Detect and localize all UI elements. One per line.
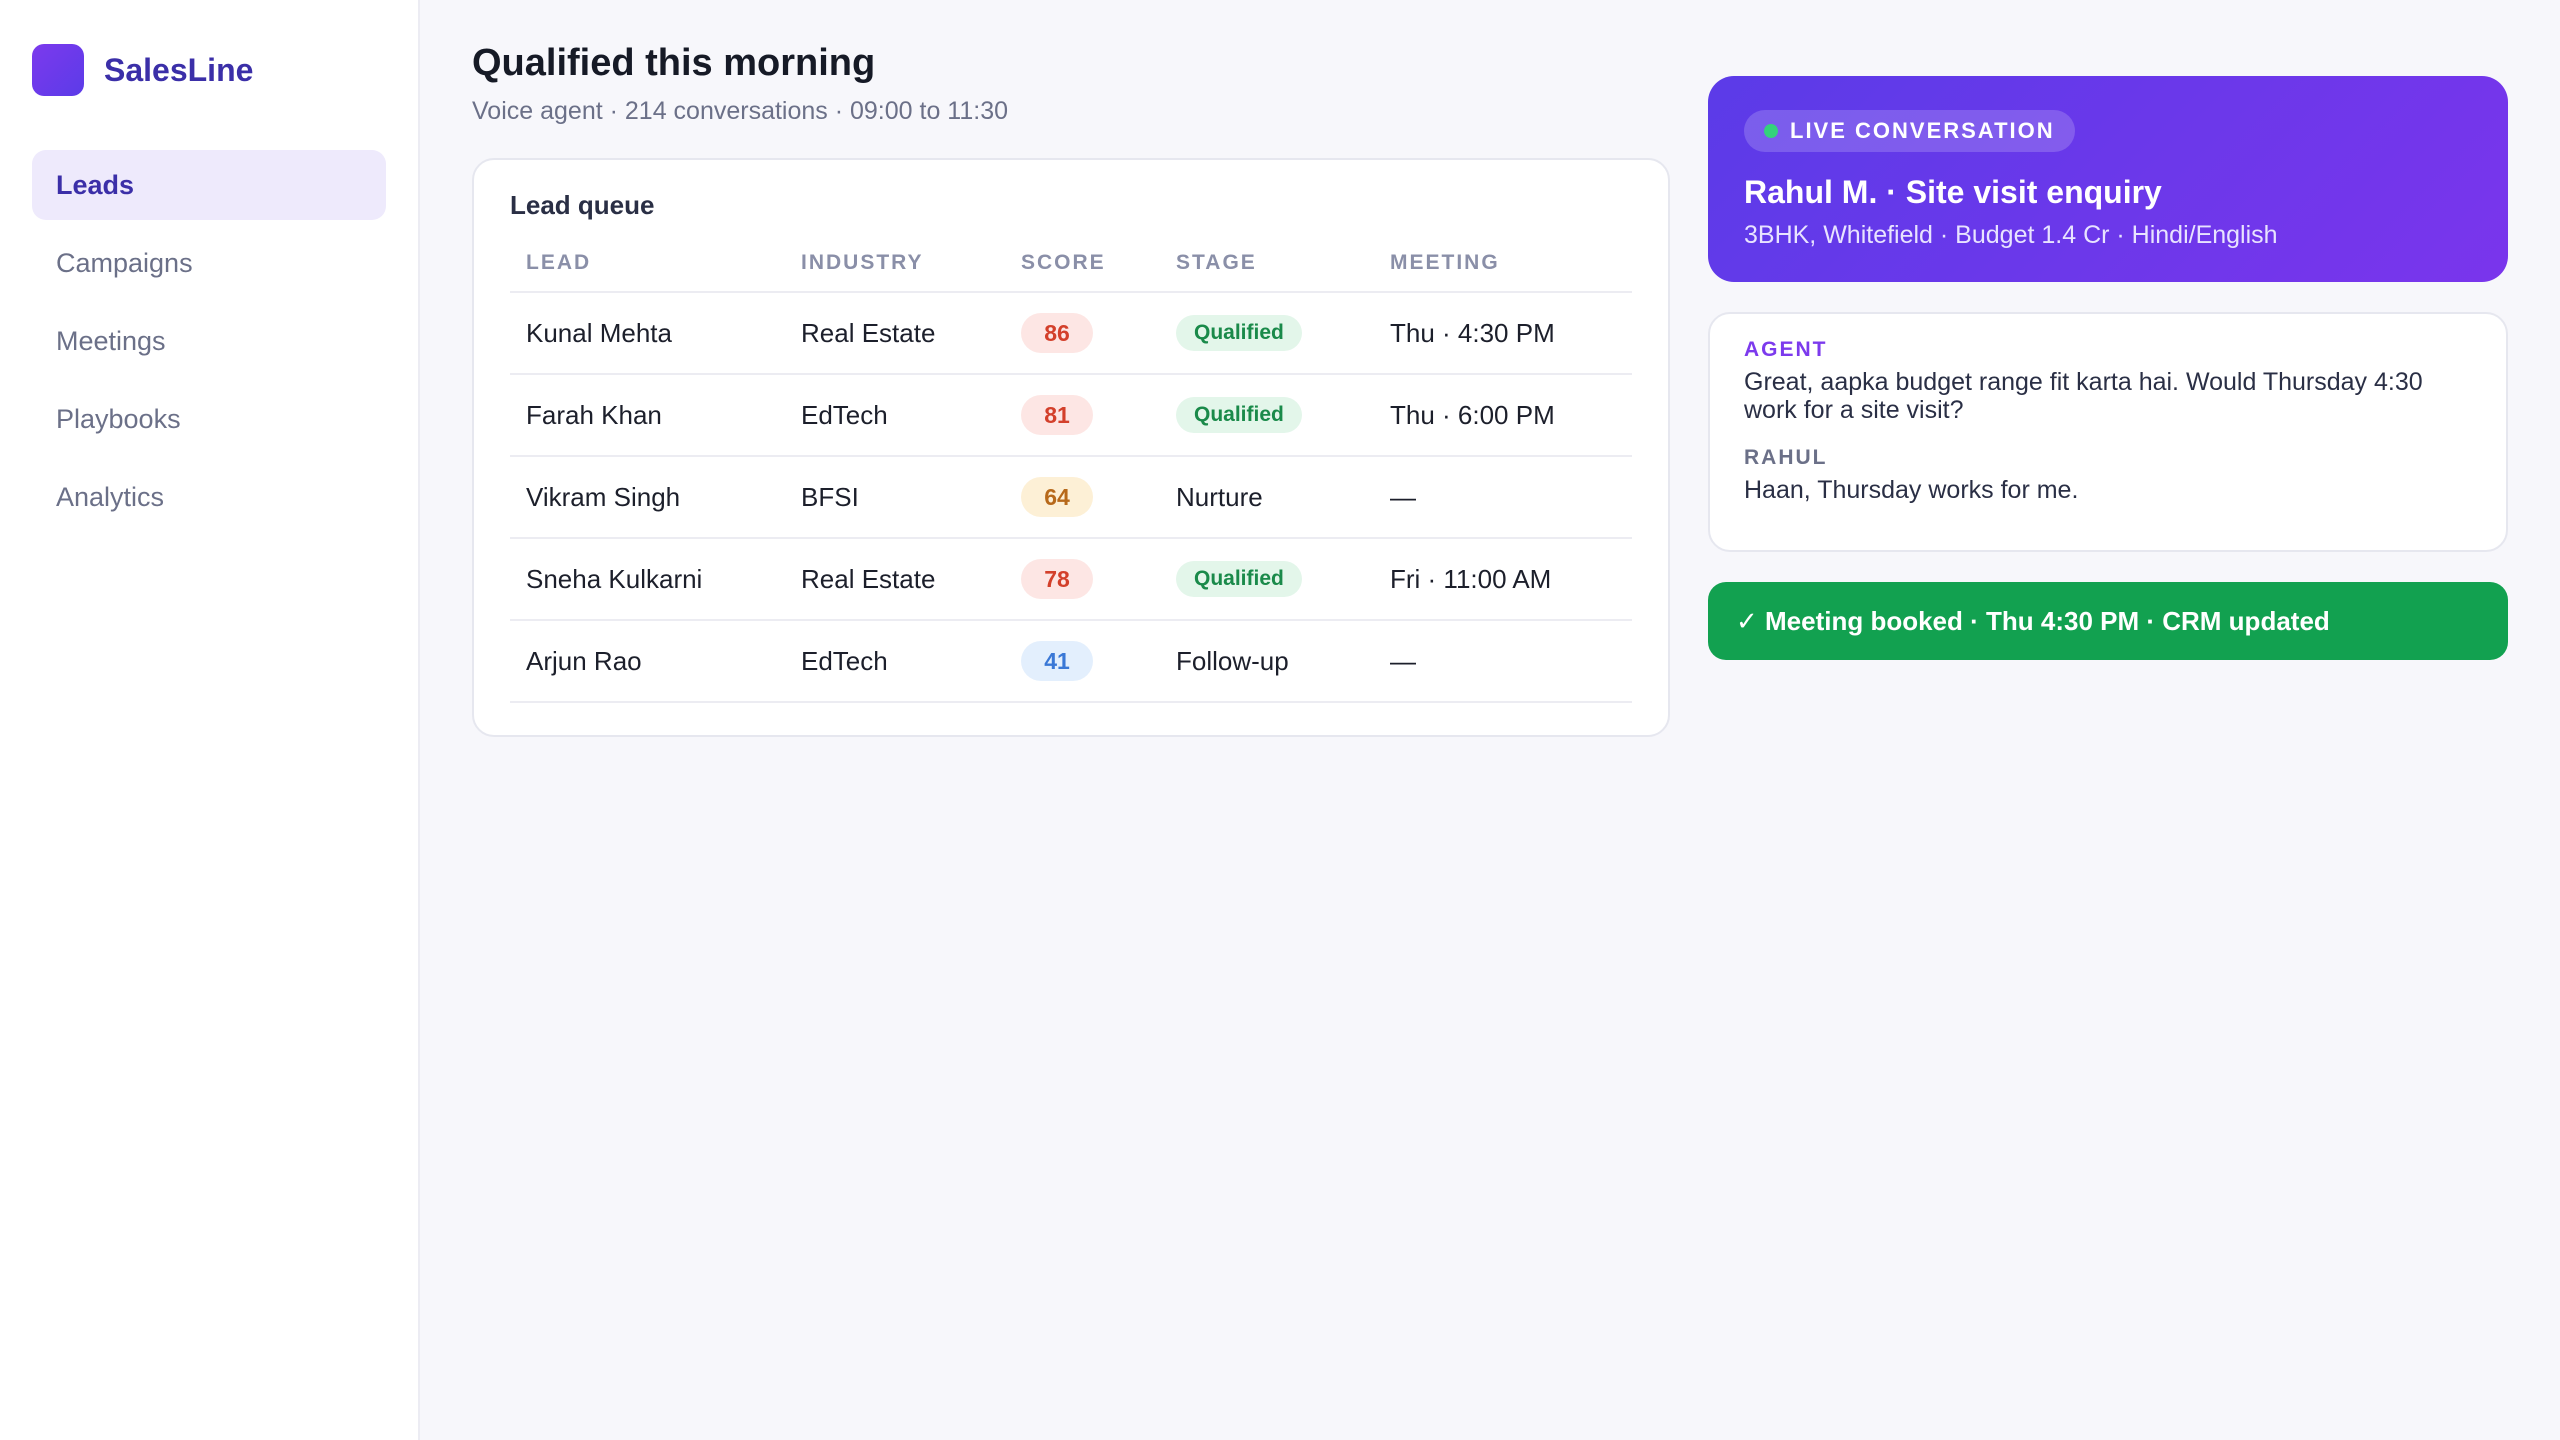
stage-cell: Qualified [1160, 374, 1374, 457]
sidebar-item-analytics[interactable]: Analytics [32, 462, 386, 532]
stage-label: Follow-up [1176, 645, 1289, 676]
sidebar-item-campaigns[interactable]: Campaigns [32, 228, 386, 298]
score-badge: 81 [1021, 395, 1093, 435]
score-cell: 81 [1005, 374, 1160, 457]
lead-name: Farah Khan [510, 374, 785, 457]
score-badge: 78 [1021, 559, 1093, 599]
live-badge: LIVE CONVERSATION [1744, 110, 2075, 152]
score-cell: 41 [1005, 620, 1160, 703]
rahul-utterance: Haan, Thursday works for me. [1744, 476, 2079, 504]
score-badge: 86 [1021, 313, 1093, 353]
app-root: SalesLine Leads Campaigns Meetings Playb… [0, 0, 2560, 1440]
column-header-industry: INDUSTRY [785, 251, 1005, 293]
table-header-row: LEAD INDUSTRY SCORE STAGE MEETING [510, 251, 1632, 293]
stage-badge: Qualified [1176, 315, 1302, 351]
stage-cell: Nurture [1160, 456, 1374, 539]
lead-name: Vikram Singh [510, 456, 785, 539]
lead-queue-card: Lead queue LEAD INDUSTRY SCORE STAGE MEE… [472, 158, 1670, 737]
stage-cell: Qualified [1160, 292, 1374, 375]
sidebar-item-leads[interactable]: Leads [32, 150, 386, 220]
page-subtitle: Voice agent · 214 conversations · 09:00 … [472, 97, 1009, 125]
stage-cell: Follow-up [1160, 620, 1374, 703]
table-row[interactable]: Vikram Singh BFSI 64 Nurture — [510, 456, 1632, 539]
brand-logo-icon [32, 44, 84, 96]
column-header-lead: LEAD [510, 251, 785, 293]
leads-section: Qualified this morning Voice agent · 214… [472, 40, 1670, 1400]
live-conversation-subtitle: 3BHK, Whitefield · Budget 1.4 Cr · Hindi… [1744, 221, 2278, 249]
lead-industry: EdTech [785, 374, 1005, 457]
lead-industry: EdTech [785, 620, 1005, 703]
score-badge: 41 [1021, 641, 1093, 681]
meeting-time: — [1374, 620, 1632, 703]
sidebar-item-playbooks[interactable]: Playbooks [32, 384, 386, 454]
agent-utterance: Great, aapka budget range fit karta hai.… [1744, 368, 2423, 424]
meeting-time: Fri · 11:00 AM [1374, 538, 1632, 621]
lead-name: Kunal Mehta [510, 292, 785, 375]
score-cell: 78 [1005, 538, 1160, 621]
table-row[interactable]: Kunal Mehta Real Estate 86 Qualified Thu… [510, 292, 1632, 375]
live-conversation-title: Rahul M. · Site visit enquiry [1744, 174, 2162, 210]
lead-name: Sneha Kulkarni [510, 538, 785, 621]
sidebar-nav: Leads Campaigns Meetings Playbooks Analy… [32, 150, 386, 532]
table-row[interactable]: Sneha Kulkarni Real Estate 78 Qualified … [510, 538, 1632, 621]
live-conversation-card[interactable]: LIVE CONVERSATION Rahul M. · Site visit … [1708, 76, 2508, 282]
lead-queue-table: LEAD INDUSTRY SCORE STAGE MEETING Kunal … [510, 251, 1632, 703]
live-badge-label: LIVE CONVERSATION [1790, 118, 2055, 143]
table-row[interactable]: Arjun Rao EdTech 41 Follow-up — [510, 620, 1632, 703]
column-header-meeting: MEETING [1374, 251, 1632, 293]
score-cell: 86 [1005, 292, 1160, 375]
score-cell: 64 [1005, 456, 1160, 539]
column-header-score: SCORE [1005, 251, 1160, 293]
stage-badge: Qualified [1176, 561, 1302, 597]
live-status-dot-icon [1764, 124, 1778, 138]
score-badge: 64 [1021, 477, 1093, 517]
stage-label: Nurture [1176, 481, 1263, 512]
lead-name: Arjun Rao [510, 620, 785, 703]
sidebar: SalesLine Leads Campaigns Meetings Playb… [0, 0, 420, 1440]
meeting-booked-banner: ✓ Meeting booked · Thu 4:30 PM · CRM upd… [1708, 582, 2508, 660]
brand[interactable]: SalesLine [32, 44, 386, 96]
transcript-card: AGENT Great, aapka budget range fit kart… [1708, 312, 2508, 552]
speaker-label-agent: AGENT [1744, 338, 1828, 361]
lead-queue-title: Lead queue [510, 190, 655, 220]
lead-industry: Real Estate [785, 538, 1005, 621]
column-header-stage: STAGE [1160, 251, 1374, 293]
lead-industry: BFSI [785, 456, 1005, 539]
meeting-time: Thu · 6:00 PM [1374, 374, 1632, 457]
sidebar-item-meetings[interactable]: Meetings [32, 306, 386, 376]
table-row[interactable]: Farah Khan EdTech 81 Qualified Thu · 6:0… [510, 374, 1632, 457]
meeting-time: Thu · 4:30 PM [1374, 292, 1632, 375]
conversation-panel: LIVE CONVERSATION Rahul M. · Site visit … [1708, 40, 2508, 1400]
lead-industry: Real Estate [785, 292, 1005, 375]
page-title: Qualified this morning [472, 42, 876, 84]
stage-cell: Qualified [1160, 538, 1374, 621]
meeting-time: — [1374, 456, 1632, 539]
brand-name: SalesLine [104, 51, 254, 88]
speaker-label-rahul: RAHUL [1744, 446, 1828, 469]
main-content: Qualified this morning Voice agent · 214… [420, 0, 2560, 1440]
stage-badge: Qualified [1176, 397, 1302, 433]
